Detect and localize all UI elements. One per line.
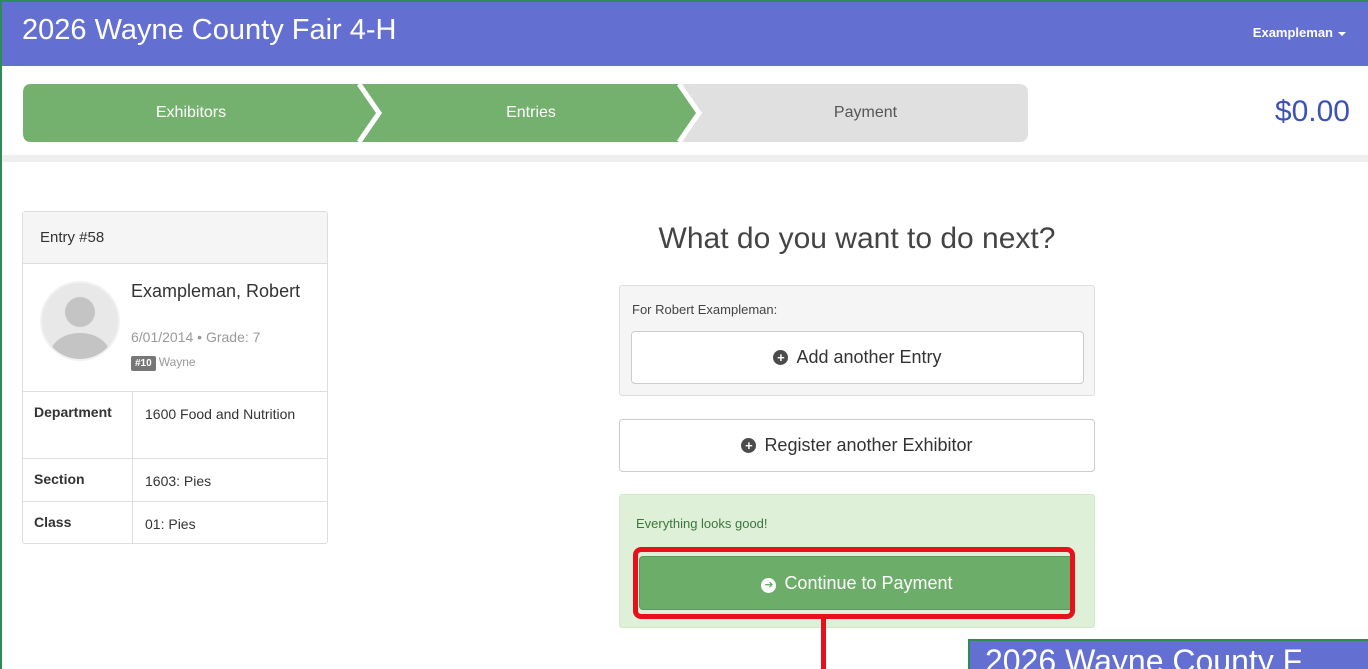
step-exhibitors[interactable]: Exhibitors <box>23 84 359 142</box>
avatar <box>40 281 120 361</box>
detail-key: Section <box>23 459 133 501</box>
exhibitor-birth-grade: 6/01/2014 • Grade: 7 <box>131 329 261 345</box>
entry-card-header: Entry #58 <box>23 212 327 264</box>
checkout-progress-bar: Exhibitors Entries Payment $0.00 <box>2 66 1368 162</box>
continue-to-payment-button[interactable]: ➜ Continue to Payment <box>639 556 1075 610</box>
callout-arrow-line <box>821 619 826 669</box>
add-entry-label: Add another Entry <box>796 347 942 367</box>
next-screenshot-inset: 2026 Wayne County F <box>968 639 1368 669</box>
top-navbar: 2026 Wayne County Fair 4-H Exampleman <box>2 2 1368 66</box>
detail-key: Department <box>23 392 133 458</box>
user-menu[interactable]: Exampleman <box>1253 25 1346 40</box>
cart-total: $0.00 <box>1274 95 1350 128</box>
caret-down-icon <box>1338 31 1346 36</box>
app-title[interactable]: 2026 Wayne County Fair 4-H <box>22 14 396 47</box>
detail-value: 1600 Food and Nutrition <box>145 406 296 422</box>
detail-key: Class <box>23 502 133 544</box>
club-name: Wayne <box>158 355 196 369</box>
detail-value: 01: Pies <box>145 516 196 532</box>
detail-row-class: Class 01: Pies <box>23 502 327 544</box>
detail-row-department: Department 1600 Food and Nutrition <box>23 392 327 459</box>
exhibitor-summary: Exampleman, Robert 6/01/2014 • Grade: 7 … <box>23 264 327 392</box>
exhibitor-actions-panel: For Robert Exampleman: + Add another Entr… <box>619 285 1095 396</box>
continue-to-payment-label: Continue to Payment <box>784 573 953 593</box>
arrow-circle-right-icon: ➜ <box>761 578 777 593</box>
inset-title: 2026 Wayne County F <box>985 643 1303 669</box>
step-payment[interactable]: Payment <box>703 84 1028 142</box>
club-number-badge: #10 <box>131 356 156 371</box>
register-exhibitor-label: Register another Exhibitor <box>764 435 973 455</box>
register-exhibitor-button[interactable]: + Register another Exhibitor <box>619 419 1095 472</box>
plus-circle-icon: + <box>741 438 757 453</box>
detail-value: 1603: Pies <box>145 473 212 489</box>
user-menu-label: Exampleman <box>1252 25 1333 40</box>
validation-status-text: Everything looks good! <box>636 516 768 531</box>
add-entry-button[interactable]: + Add another Entry <box>631 331 1084 384</box>
step-entries[interactable]: Entries <box>363 84 699 142</box>
plus-circle-icon: + <box>773 350 789 365</box>
avatar-placeholder-icon <box>50 297 110 359</box>
validation-success-panel: Everything looks good! ➜ Continue to Paym… <box>619 494 1095 628</box>
entry-summary-card: Entry #58 Exampleman, Robert 6/01/2014 •… <box>22 211 328 544</box>
exhibitor-name: Exampleman, Robert <box>131 281 301 301</box>
detail-row-section: Section 1603: Pies <box>23 459 327 502</box>
step-tracker: Exhibitors Entries Payment <box>23 84 1028 142</box>
club-info: #10 Wayne <box>131 355 196 371</box>
for-exhibitor-label: For Robert Exampleman: <box>632 302 778 317</box>
next-steps-heading: What do you want to do next? <box>658 222 1056 255</box>
